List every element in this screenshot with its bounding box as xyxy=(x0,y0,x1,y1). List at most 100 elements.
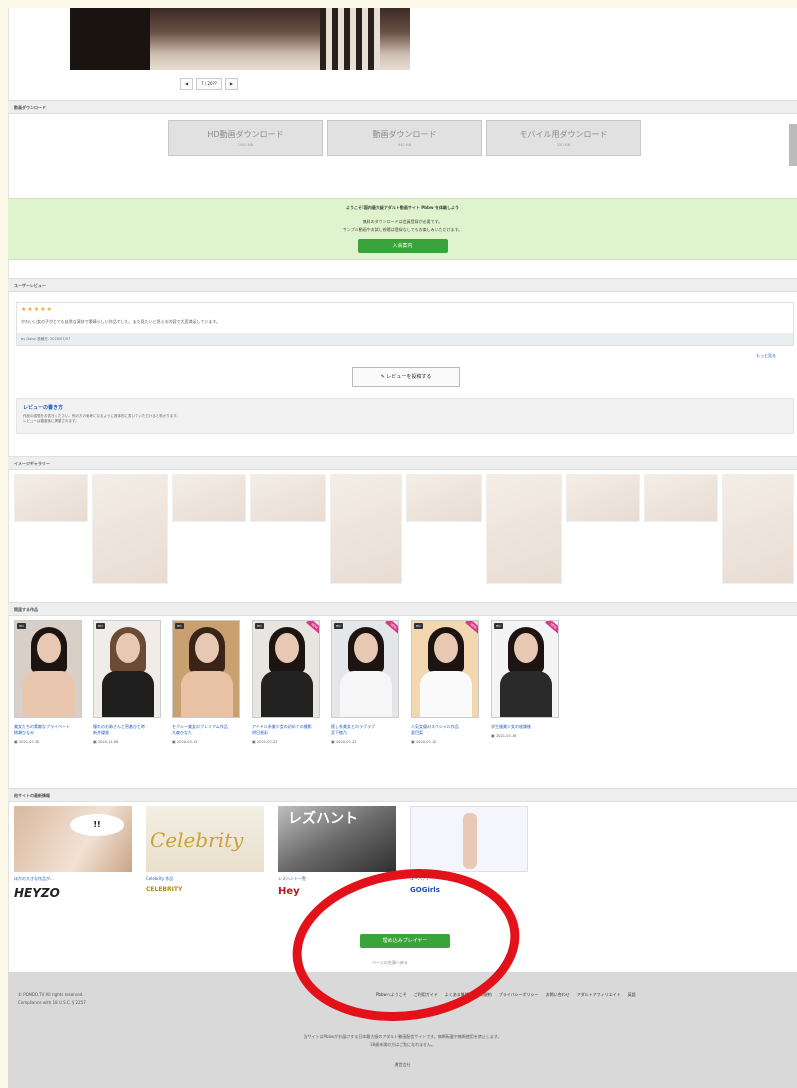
site-banner-gogirls[interactable] xyxy=(410,806,528,872)
footer-compliance[interactable]: Compliance with 18 U.S.C. § 2257 xyxy=(18,1000,86,1005)
related-date: 2020-11-06 xyxy=(93,739,161,744)
celebrity-logo[interactable]: CELEBRITY xyxy=(146,886,182,893)
hero-window-bars xyxy=(320,8,380,70)
site-banner-bubble: !! xyxy=(70,814,124,836)
gallery-thumb[interactable] xyxy=(566,474,640,522)
hd-badge: HD xyxy=(17,623,26,629)
related-thumb[interactable]: HD xyxy=(93,620,161,718)
footer-link[interactable]: 英語 xyxy=(628,992,636,998)
gallery-thumb[interactable] xyxy=(14,474,88,522)
main-video-image[interactable] xyxy=(70,8,410,70)
related-actress[interactable]: 新井優香 xyxy=(93,730,161,736)
footer-link[interactable]: アダルトアフィリエイト xyxy=(577,992,621,998)
hd-badge: HD xyxy=(255,623,264,629)
mobile-download-button[interactable]: モバイル用ダウンロード 320 MB xyxy=(486,120,641,156)
sites-section-header: 他サイトの最新情報 xyxy=(8,788,797,802)
figure-face xyxy=(195,633,219,663)
related-thumb[interactable]: HD NEW xyxy=(491,620,559,718)
write-review-label: レビューを投稿する xyxy=(386,374,432,380)
related-item[interactable]: HD 憧れのお姉さんと密着ひと時 新井優香 2020-11-06 xyxy=(93,620,161,744)
side-tab[interactable] xyxy=(789,124,797,166)
hd-badge: HD xyxy=(414,623,423,629)
figure-face xyxy=(116,633,140,663)
review-guide: レビューの書き方 作品の感想をお書きください。他の方の参考になるように具体的に書… xyxy=(16,398,794,434)
hey-logo[interactable]: Hey xyxy=(278,886,300,897)
related-item[interactable]: HD NEW 癒し系美女とのラブラブ 宮下綾乃 2020-07-23 xyxy=(331,620,399,744)
related-thumb[interactable]: HD xyxy=(14,620,82,718)
gallery-thumb[interactable] xyxy=(330,474,402,584)
related-date: 2021-07-16 xyxy=(491,733,559,738)
site-caption[interactable]: Celebrity 作品 xyxy=(146,876,173,882)
site-banner-figure xyxy=(463,813,477,869)
figure-body xyxy=(181,671,233,717)
site-caption[interactable]: レズハントー覧 xyxy=(278,876,306,882)
review-item: ★★★★★ かわいい女の子がとても自然な演技で素晴らしい作品でした。また見たいと… xyxy=(16,302,794,346)
related-item[interactable]: HD 美女たちの素敵なプライベート 桃瀬ひなみ 2021-07-30 xyxy=(14,620,82,744)
site-banner-heyzo[interactable]: !! xyxy=(14,806,132,872)
hd-badge: HD xyxy=(494,623,503,629)
footer-link[interactable]: プライバシーポリシー xyxy=(499,992,539,998)
review-text: かわいい女の子がとても自然な演技で素晴らしい作品でした。また見たいと思える内容で… xyxy=(21,319,221,324)
gallery-thumb[interactable] xyxy=(486,474,562,584)
related-item[interactable]: HD NEW 学生服美少女の放課後 2021-07-16 xyxy=(491,620,559,738)
hd-badge: HD xyxy=(334,623,343,629)
site-caption[interactable]: ほかの大きな作品が... xyxy=(14,876,54,882)
footer-note-1: 当サイトはPbbwがお届けする日本最大級のアダルト動画配信サイトです。無断転載や… xyxy=(303,1034,502,1039)
related-date: 2021-07-30 xyxy=(14,739,82,744)
review-section-header: ユーザーレビュー xyxy=(8,278,797,292)
gallery-thumb[interactable] xyxy=(644,474,718,522)
footer-bottom-link[interactable]: 運営会社 xyxy=(8,1062,797,1068)
new-ribbon: NEW xyxy=(464,621,478,634)
gallery-thumb[interactable] xyxy=(722,474,794,584)
site-banner-celebrity[interactable]: Celebrity xyxy=(146,806,264,872)
new-ribbon: NEW xyxy=(544,621,558,634)
review-guide-title[interactable]: レビューの書き方 xyxy=(23,404,787,411)
figure-body xyxy=(261,671,313,717)
related-item[interactable]: HD NEW アイドル系美少女の初めての撮影 明日香彩 2021-07-23 xyxy=(252,620,320,744)
hero-dark-area xyxy=(70,8,150,70)
hd-download-button[interactable]: HD動画ダウンロード 1080 MB xyxy=(168,120,323,156)
gallery-section-header: イメージギャラリー xyxy=(8,456,797,470)
page: ◀ 7 / 20?? ▶ 動画ダウンロード HD動画ダウンロード 1080 MB… xyxy=(0,0,797,1088)
related-actress[interactable]: 明日香彩 xyxy=(252,730,320,736)
related-date: 2021-07-23 xyxy=(252,739,320,744)
related-actress[interactable]: 桃瀬ひなみ xyxy=(14,730,82,736)
related-date: 2020-07-10 xyxy=(411,739,479,744)
promo-line-2: サンプル動画やお試し視聴は登録なしでもお楽しみいただけます。 xyxy=(342,227,463,232)
site-banner-lesbian[interactable]: レズハント xyxy=(278,806,396,872)
promo-line-1: 無料のダウンロードは会員登録が必要です。 xyxy=(362,219,443,224)
review-stars: ★★★★★ xyxy=(21,306,53,313)
footer-note-2: 18歳未満の方はご覧になれません。 xyxy=(370,1042,435,1047)
more-reviews-link[interactable]: もっと見る xyxy=(756,353,776,359)
related-actress[interactable]: 宮下綾乃 xyxy=(331,730,399,736)
gallery-thumb[interactable] xyxy=(250,474,326,522)
related-item[interactable]: HD NEW 人気女優のスペシャル作品 夏目梨 2020-07-10 xyxy=(411,620,479,744)
related-thumb[interactable]: HD NEW xyxy=(411,620,479,718)
sd-download-button[interactable]: 動画ダウンロード 640 MB xyxy=(327,120,482,156)
mobile-download-size: 320 MB xyxy=(556,143,571,147)
related-item[interactable]: HD セクシー美女のプレミアム作品 大森ひなた 2020-03-13 xyxy=(172,620,240,744)
figure-face xyxy=(434,633,458,663)
gallery-thumb[interactable] xyxy=(172,474,246,522)
gallery-thumb[interactable] xyxy=(406,474,482,522)
related-thumb[interactable]: HD xyxy=(172,620,240,718)
sd-download-label: 動画ダウンロード xyxy=(372,130,437,139)
pager-prev-button[interactable]: ◀ xyxy=(180,78,194,90)
footer-link[interactable]: お問い合わせ xyxy=(546,992,570,998)
related-section-header: 関連する作品 xyxy=(8,602,797,616)
hd-badge: HD xyxy=(175,623,184,629)
heyzo-logo[interactable]: HEYZO xyxy=(14,886,60,900)
write-review-button[interactable]: ✎ レビューを投稿する xyxy=(352,367,460,387)
join-button[interactable]: 入会案内 xyxy=(357,239,448,253)
related-thumb[interactable]: HD NEW xyxy=(252,620,320,718)
pager-next-button[interactable]: ▶ xyxy=(224,78,238,90)
related-thumb[interactable]: HD NEW xyxy=(331,620,399,718)
gallery-thumb[interactable] xyxy=(92,474,168,584)
hd-badge: HD xyxy=(96,623,105,629)
figure-body xyxy=(340,671,392,717)
new-ribbon: NEW xyxy=(305,621,319,634)
related-actress[interactable]: 夏目梨 xyxy=(411,730,479,736)
figure-body xyxy=(500,671,552,717)
related-actress[interactable]: 大森ひなた xyxy=(172,730,240,736)
related-title[interactable]: 学生服美少女の放課後 xyxy=(491,724,559,730)
